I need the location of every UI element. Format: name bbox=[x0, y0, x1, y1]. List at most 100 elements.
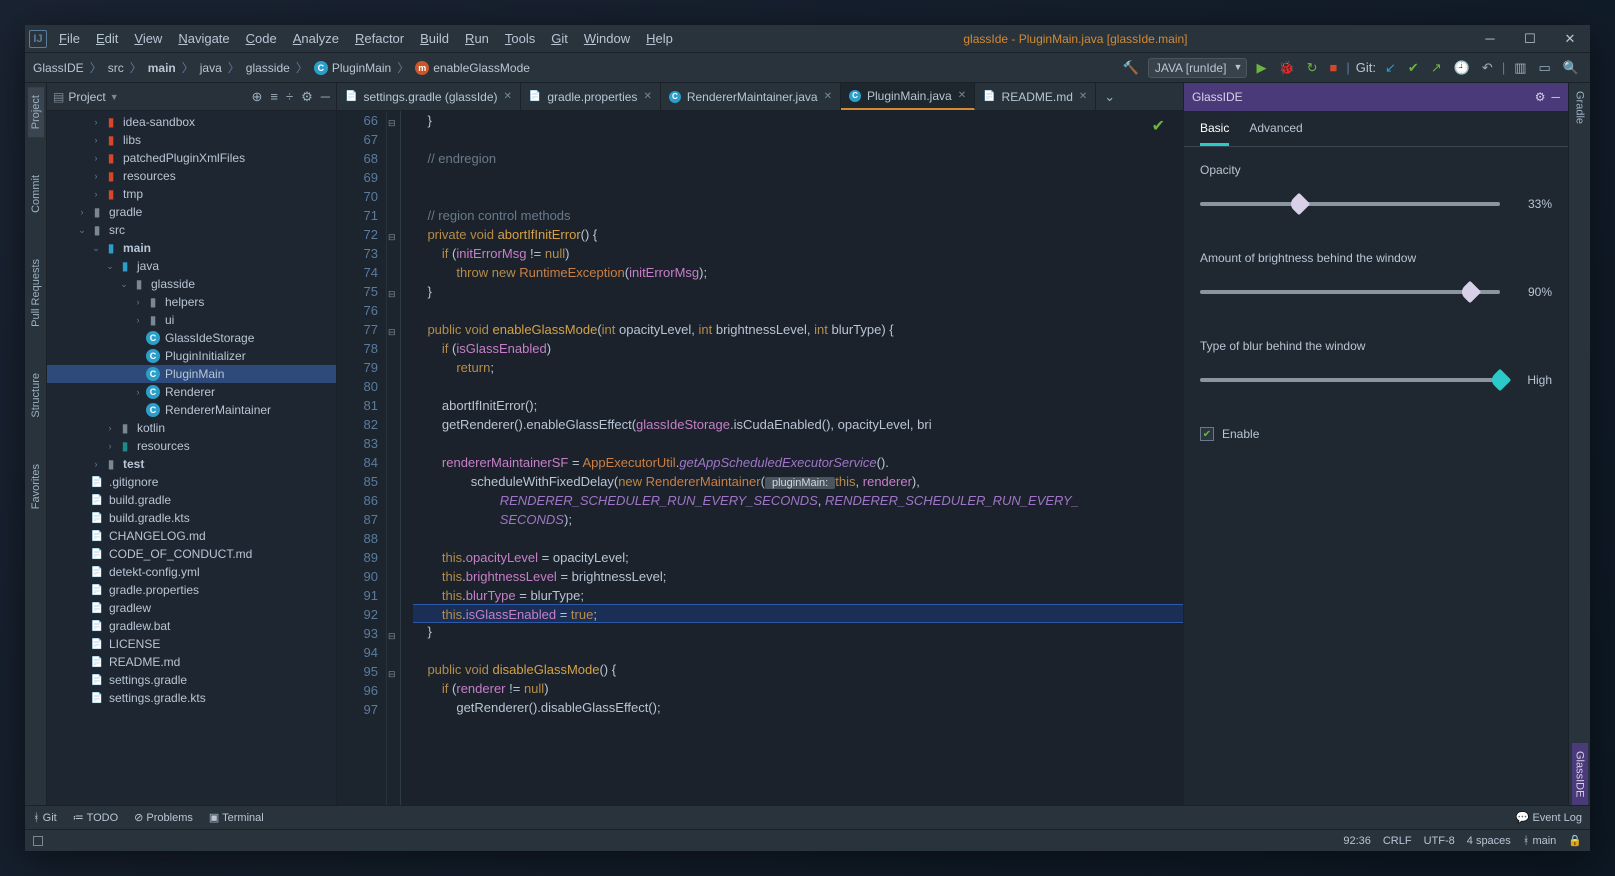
menu-run[interactable]: Run bbox=[457, 31, 497, 46]
search-everywhere-icon[interactable]: 🔍 bbox=[1560, 60, 1582, 76]
menu-tools[interactable]: Tools bbox=[497, 31, 543, 46]
enable-checkbox-row[interactable]: ✔ Enable bbox=[1200, 427, 1552, 441]
tree-node[interactable]: 📄detekt-config.yml bbox=[47, 563, 336, 581]
line-separator[interactable]: CRLF bbox=[1383, 835, 1412, 847]
tool-window-toggle-icon[interactable] bbox=[33, 836, 43, 846]
tree-node[interactable]: 📄settings.gradle.kts bbox=[47, 689, 336, 707]
tree-node[interactable]: 📄CODE_OF_CONDUCT.md bbox=[47, 545, 336, 563]
breadcrumb-item[interactable]: main bbox=[148, 61, 176, 75]
menu-edit[interactable]: Edit bbox=[88, 31, 126, 46]
hide-panel-icon[interactable]: ─ bbox=[1551, 90, 1560, 104]
run-icon[interactable]: ▶ bbox=[1253, 60, 1269, 76]
tree-node[interactable]: CPluginInitializer bbox=[47, 347, 336, 365]
tree-node[interactable]: 📄CHANGELOG.md bbox=[47, 527, 336, 545]
blur-slider[interactable] bbox=[1200, 378, 1500, 382]
breadcrumb-item[interactable]: CPluginMain bbox=[314, 61, 391, 75]
menu-help[interactable]: Help bbox=[638, 31, 681, 46]
tree-node[interactable]: CGlassIdeStorage bbox=[47, 329, 336, 347]
tree-node[interactable]: ›▮kotlin bbox=[47, 419, 336, 437]
tree-node[interactable]: ›▮resources bbox=[47, 167, 336, 185]
history-icon[interactable]: 🕘 bbox=[1451, 60, 1473, 76]
lock-icon[interactable]: 🔒 bbox=[1568, 834, 1582, 847]
breadcrumb-item[interactable]: java bbox=[200, 61, 222, 75]
breadcrumb-item[interactable]: GlassIDE bbox=[33, 61, 84, 75]
minimize-button[interactable]: ─ bbox=[1470, 25, 1510, 53]
tree-node[interactable]: ⌄▮glasside bbox=[47, 275, 336, 293]
tree-node[interactable]: ›▮patchedPluginXmlFiles bbox=[47, 149, 336, 167]
ide-settings-icon[interactable]: ▥ bbox=[1511, 60, 1529, 76]
left-tab-favorites[interactable]: Favorites bbox=[28, 456, 44, 517]
coverage-icon[interactable]: ↻ bbox=[1304, 60, 1321, 76]
editor-body[interactable]: 6667686970717273747576777879808182838485… bbox=[337, 111, 1183, 805]
git-update-icon[interactable]: ↙ bbox=[1382, 60, 1399, 76]
validation-check-icon[interactable]: ✔ bbox=[1152, 117, 1165, 136]
menu-file[interactable]: File bbox=[51, 31, 88, 46]
maximize-button[interactable]: ☐ bbox=[1510, 25, 1550, 53]
build-icon[interactable]: 🔨 bbox=[1120, 60, 1142, 76]
tree-node[interactable]: 📄gradlew.bat bbox=[47, 617, 336, 635]
tree-node[interactable]: 📄build.gradle.kts bbox=[47, 509, 336, 527]
bottom-tab-git[interactable]: ᚼ Git bbox=[33, 812, 57, 824]
tree-node[interactable]: 📄README.md bbox=[47, 653, 336, 671]
breadcrumb-item[interactable]: glasside bbox=[246, 61, 290, 75]
close-tab-icon[interactable]: ✕ bbox=[643, 91, 651, 102]
right-tab-glasside[interactable]: GlassIDE bbox=[1572, 743, 1588, 805]
breadcrumb-item[interactable]: src bbox=[108, 61, 124, 75]
fold-toggle-icon[interactable]: ⊟ bbox=[388, 114, 396, 133]
menu-view[interactable]: View bbox=[126, 31, 170, 46]
breadcrumb-item[interactable]: menableGlassMode bbox=[415, 61, 530, 75]
fold-toggle-icon[interactable]: ⊟ bbox=[388, 323, 396, 342]
editor-tab[interactable]: 📄settings.gradle (glassIde)✕ bbox=[337, 83, 521, 110]
panel-settings-icon[interactable]: ⚙ bbox=[1535, 90, 1546, 104]
close-tab-icon[interactable]: ✕ bbox=[1079, 91, 1087, 102]
close-tab-icon[interactable]: ✕ bbox=[504, 91, 512, 102]
select-opened-icon[interactable]: ⊕ bbox=[251, 89, 262, 105]
tree-node[interactable]: ›▮helpers bbox=[47, 293, 336, 311]
tree-node[interactable]: ›▮test bbox=[47, 455, 336, 473]
brightness-slider[interactable] bbox=[1200, 290, 1500, 294]
glasside-tab-basic[interactable]: Basic bbox=[1200, 121, 1229, 146]
bottom-tab-todo[interactable]: ≔ TODO bbox=[73, 811, 118, 824]
tree-node[interactable]: 📄gradle.properties bbox=[47, 581, 336, 599]
tree-node[interactable]: ⌄▮java bbox=[47, 257, 336, 275]
menu-code[interactable]: Code bbox=[238, 31, 285, 46]
left-tab-pull-requests[interactable]: Pull Requests bbox=[28, 251, 44, 335]
glasside-tab-advanced[interactable]: Advanced bbox=[1249, 121, 1302, 146]
bottom-tab-terminal[interactable]: ▣ Terminal bbox=[209, 811, 264, 824]
debug-icon[interactable]: 🐞 bbox=[1275, 60, 1297, 76]
git-push-icon[interactable]: ↗ bbox=[1428, 60, 1445, 76]
git-branch[interactable]: ᚼ main bbox=[1523, 835, 1557, 847]
event-log-button[interactable]: 💬 Event Log bbox=[1516, 811, 1582, 824]
file-encoding[interactable]: UTF-8 bbox=[1424, 835, 1455, 847]
tree-node[interactable]: ⌄▮src bbox=[47, 221, 336, 239]
left-tab-commit[interactable]: Commit bbox=[28, 167, 44, 221]
expand-icon[interactable]: ≡ bbox=[270, 89, 278, 105]
fold-gutter[interactable]: ⊟⊟⊟⊟⊟⊟ bbox=[387, 111, 401, 805]
close-button[interactable]: ✕ bbox=[1550, 25, 1590, 53]
tab-overflow-icon[interactable]: ⌄ bbox=[1096, 83, 1123, 110]
project-panel-title[interactable]: ▤ Project ▼ bbox=[53, 90, 251, 104]
tree-node[interactable]: ›▮libs bbox=[47, 131, 336, 149]
run-configuration-select[interactable]: JAVA [runIde] ▼ bbox=[1148, 58, 1248, 78]
close-tab-icon[interactable]: ✕ bbox=[824, 91, 832, 102]
tree-node[interactable]: CPluginMain bbox=[47, 365, 336, 383]
tree-node[interactable]: ›▮gradle bbox=[47, 203, 336, 221]
tree-node[interactable]: ›▮tmp bbox=[47, 185, 336, 203]
fold-toggle-icon[interactable]: ⊟ bbox=[388, 665, 396, 684]
project-tree[interactable]: ›▮idea-sandbox›▮libs›▮patchedPluginXmlFi… bbox=[47, 111, 336, 805]
fold-toggle-icon[interactable]: ⊟ bbox=[388, 228, 396, 247]
fold-toggle-icon[interactable]: ⊟ bbox=[388, 627, 396, 646]
left-tab-structure[interactable]: Structure bbox=[28, 365, 44, 426]
tree-node[interactable]: 📄.gitignore bbox=[47, 473, 336, 491]
menu-analyze[interactable]: Analyze bbox=[285, 31, 347, 46]
indent-setting[interactable]: 4 spaces bbox=[1467, 835, 1511, 847]
tree-node[interactable]: ›▮idea-sandbox bbox=[47, 113, 336, 131]
hide-panel-icon[interactable]: ─ bbox=[321, 89, 330, 105]
tree-node[interactable]: CRendererMaintainer bbox=[47, 401, 336, 419]
bottom-tab-problems[interactable]: ⊘ Problems bbox=[134, 811, 193, 824]
cursor-position[interactable]: 92:36 bbox=[1343, 835, 1371, 847]
enable-checkbox[interactable]: ✔ bbox=[1200, 427, 1214, 441]
editor-tab[interactable]: CPluginMain.java✕ bbox=[841, 83, 975, 110]
rollback-icon[interactable]: ↶ bbox=[1479, 60, 1496, 76]
menu-window[interactable]: Window bbox=[576, 31, 638, 46]
